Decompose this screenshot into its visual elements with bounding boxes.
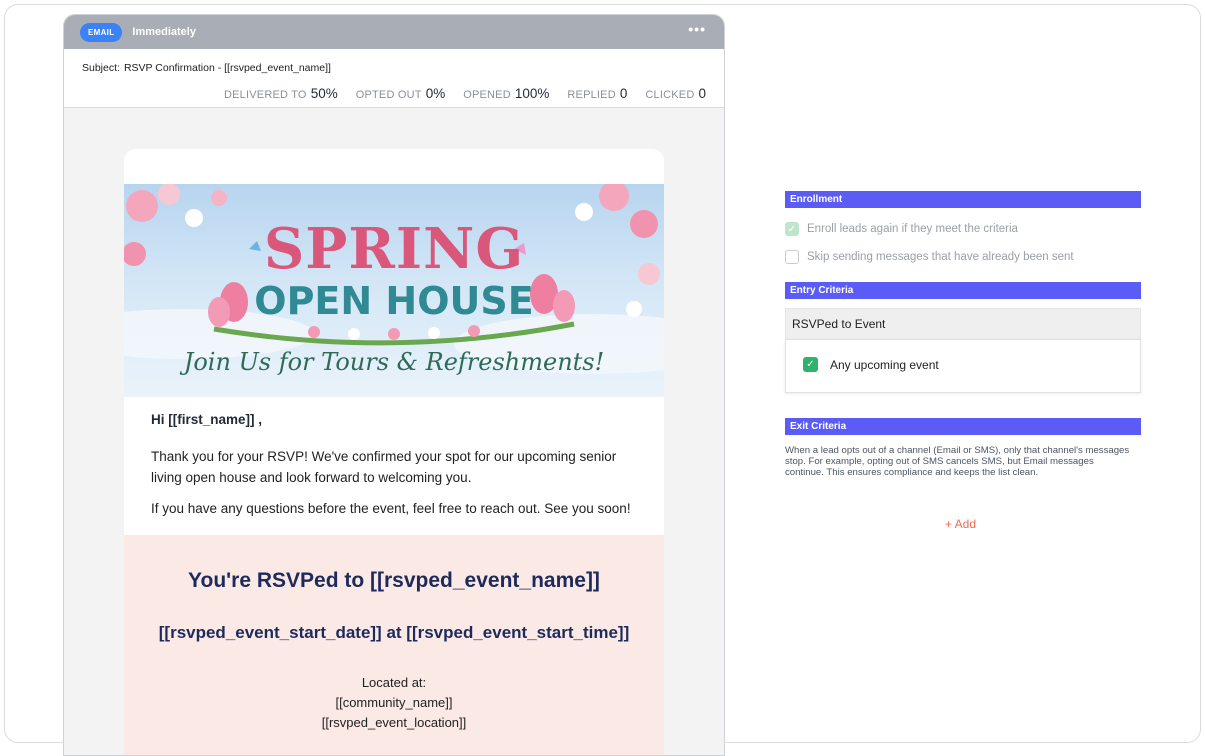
any-upcoming-event-option[interactable]: ✓ Any upcoming event xyxy=(803,357,939,372)
email-meta: Subject: RSVP Confirmation - [[rsvped_eve… xyxy=(64,49,724,108)
hero-tagline: Join Us for Tours & Refreshments! xyxy=(183,348,605,376)
email-stats: DELIVERED TO 50% OPTED OUT 0% OPENED 100% R… xyxy=(224,85,706,103)
rsvp-details-box: You're RSVPed to [[rsvped_event_name]] [… xyxy=(124,535,664,755)
channel-badge: EMAIL xyxy=(80,22,123,42)
email-preview: SPRING OPEN HOUSE Join Us for Tours & Re… xyxy=(124,149,664,755)
email-card-header: EMAIL Immediately ••• xyxy=(64,15,724,49)
email-paragraph-2: If you have any questions before the eve… xyxy=(151,501,631,516)
stat-delivered: DELIVERED TO 50% xyxy=(224,86,338,101)
skip-sent-label: Skip sending messages that have already … xyxy=(807,251,1074,263)
stat-opened: OPENED 100% xyxy=(463,86,550,101)
checkbox-checked-icon[interactable]: ✓ xyxy=(785,222,799,236)
hero-title-spring: SPRING xyxy=(263,216,525,282)
stat-opted-out: OPTED OUT 0% xyxy=(355,86,446,101)
enroll-again-label: Enroll leads again if they meet the crit… xyxy=(807,223,1018,235)
rsvp-location: Located at: [[community_name]] [[rsvped_… xyxy=(124,673,664,733)
entry-criteria-heading: Entry Criteria xyxy=(785,282,1141,299)
email-greeting: Hi [[first_name]] , xyxy=(151,412,263,427)
subject-line: Subject: RSVP Confirmation - [[rsvped_eve… xyxy=(82,62,331,74)
ellipsis-icon[interactable]: ••• xyxy=(688,21,706,37)
entry-criteria-title: RSVPed to Event xyxy=(785,308,1141,339)
send-timing: Immediately xyxy=(132,26,196,38)
rsvp-title: You're RSVPed to [[rsvped_event_name]] xyxy=(188,569,600,592)
enrollment-heading: Enrollment xyxy=(785,191,1141,208)
checkbox-checked-icon[interactable]: ✓ xyxy=(803,357,818,372)
email-paragraph-1: Thank you for your RSVP! We've confirmed… xyxy=(151,449,617,485)
skip-sent-option[interactable]: Skip sending messages that have already … xyxy=(785,250,1074,264)
event-location: [[rsvped_event_location]] xyxy=(321,715,467,730)
hero-title-open-house: OPEN HOUSE xyxy=(254,279,534,323)
stat-replied: REPLIED 0 xyxy=(567,86,628,101)
rsvp-datetime: [[rsvped_event_start_date]] at [[rsvped_… xyxy=(158,623,630,642)
stat-clicked: CLICKED 0 xyxy=(645,86,706,101)
entry-criteria-box: ✓ Any upcoming event xyxy=(785,339,1141,393)
hero-banner: SPRING OPEN HOUSE Join Us for Tours & Re… xyxy=(124,184,664,397)
subject-value: RSVP Confirmation - [[rsvped_event_name]… xyxy=(123,62,331,74)
add-button[interactable]: + Add xyxy=(945,517,976,531)
enroll-again-option[interactable]: ✓ Enroll leads again if they meet the cr… xyxy=(785,222,1018,236)
any-upcoming-event-label: Any upcoming event xyxy=(830,357,939,372)
community-name: [[community_name]] xyxy=(335,695,453,710)
exit-criteria-description: When a lead opts out of a channel (Email… xyxy=(785,445,1130,478)
subject-label: Subject: xyxy=(82,62,120,74)
exit-criteria-heading: Exit Criteria xyxy=(785,418,1141,435)
email-step-card[interactable]: EMAIL Immediately ••• Subject: RSVP Confi… xyxy=(63,14,725,756)
checkbox-unchecked-icon[interactable] xyxy=(785,250,799,264)
located-label: Located at: xyxy=(361,675,427,690)
